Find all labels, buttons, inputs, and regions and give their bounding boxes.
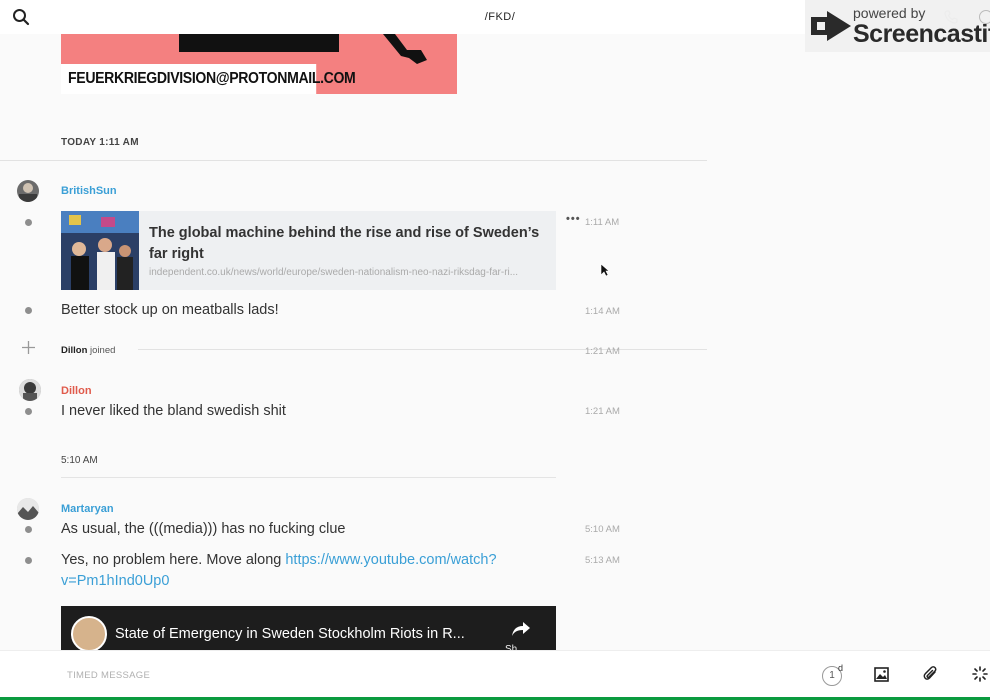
loading-spinner-icon[interactable] — [972, 666, 988, 682]
info-icon[interactable] — [979, 10, 990, 24]
avatar[interactable] — [17, 180, 39, 202]
avatar[interactable] — [19, 379, 41, 401]
divider — [138, 349, 707, 350]
poster-weapon-graphic — [383, 34, 427, 64]
poster-email: FEUERKRIEGDIVISION@PROTONMAIL.COM — [61, 64, 356, 94]
message-text: As usual, the (((media))) has no fucking… — [61, 521, 346, 537]
video-embed[interactable]: State of Emergency in Sweden Stockholm R… — [61, 606, 556, 650]
message-time: 1:21 AM — [585, 406, 620, 417]
message-text: I never liked the bland swedish shit — [61, 403, 286, 419]
day-separator: TODAY 1:11 AM — [61, 137, 139, 148]
message-time: 1:21 AM — [585, 346, 620, 357]
poster-image[interactable]: FEUERKRIEGDIVISION@PROTONMAIL.COM — [61, 34, 457, 94]
paperclip-icon[interactable] — [923, 666, 939, 684]
divider — [0, 160, 707, 161]
divider — [61, 477, 556, 478]
message-dot — [25, 219, 32, 226]
screencastify-logo-icon — [811, 11, 851, 41]
join-action: joined — [90, 345, 116, 356]
message-dot — [25, 307, 32, 314]
avatar[interactable] — [17, 498, 39, 520]
chat-area: FEUERKRIEGDIVISION@PROTONMAIL.COM TODAY … — [0, 0, 990, 650]
message-time: 1:14 AM — [585, 306, 620, 317]
message-author[interactable]: BritishSun — [61, 185, 117, 197]
message-composer: TIMED MESSAGE 1 d — [0, 650, 990, 700]
message-dot — [25, 557, 32, 564]
message-dot — [25, 526, 32, 533]
watermark-line1: powered by — [853, 5, 926, 21]
link-url[interactable]: independent.co.uk/news/world/europe/swed… — [149, 267, 549, 278]
time-separator: 5:10 AM — [61, 455, 98, 466]
mouse-cursor-icon — [600, 263, 610, 277]
message-author[interactable]: Dillon — [61, 385, 92, 397]
plus-icon — [22, 341, 35, 354]
more-options-button[interactable]: ••• — [566, 213, 581, 225]
message-body: Yes, no problem here. Move along — [61, 552, 286, 568]
screencastify-watermark: powered by Screencastify — [805, 0, 990, 52]
message-time: 1:11 AM — [585, 217, 620, 228]
message-author[interactable]: Martaryan — [61, 503, 114, 515]
message-input[interactable]: TIMED MESSAGE — [67, 670, 150, 681]
join-notice: Dillon joined — [61, 345, 115, 356]
message-text: Yes, no problem here. Move along https:/… — [61, 550, 501, 592]
link-preview-card[interactable]: The global machine behind the rise and r… — [61, 211, 556, 290]
timer-unit: d — [838, 663, 844, 673]
share-icon[interactable] — [511, 620, 531, 638]
image-icon[interactable] — [874, 667, 889, 682]
join-user[interactable]: Dillon — [61, 345, 87, 356]
message-time: 5:10 AM — [585, 524, 620, 535]
message-text: Better stock up on meatballs lads! — [61, 302, 279, 318]
link-thumbnail — [61, 211, 139, 290]
video-title[interactable]: State of Emergency in Sweden Stockholm R… — [115, 626, 495, 642]
message-time: 5:13 AM — [585, 555, 620, 566]
watermark-line2: Screencastify — [853, 20, 990, 48]
poster-figure — [179, 34, 339, 52]
message-dot — [25, 408, 32, 415]
channel-avatar[interactable] — [71, 616, 107, 650]
link-title[interactable]: The global machine behind the rise and r… — [149, 223, 544, 265]
